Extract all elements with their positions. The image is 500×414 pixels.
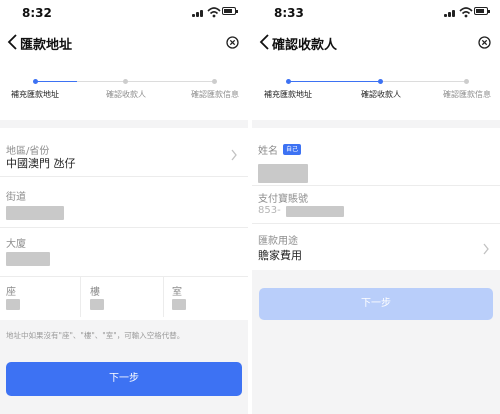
step-track-done [35,81,77,82]
step-track-pending [380,81,466,82]
status-icons [192,7,238,18]
phone-screen-address: 8:32 匯款地址 補充匯款地址 確認收款人 確認匯款信息 地區/省份 中國澳門… [0,0,248,414]
step-label-2: 確認收款人 [106,90,146,99]
address-hint: 地址中如果沒有"座"、"樓"、"室"，可輸入空格代替。 [6,331,185,340]
divider [0,227,248,228]
signal-icon [452,10,455,17]
chevron-right-icon [483,243,489,255]
building-label: 大廈 [6,239,26,250]
room-input[interactable] [172,299,186,310]
floor-input[interactable] [90,299,104,310]
progress-stepper: 補充匯款地址 確認收款人 確認匯款信息 [252,60,500,120]
step-label-1: 補充匯款地址 [11,90,59,99]
step-dot-3 [212,79,217,84]
status-bar: 8:32 [0,0,248,24]
building-input[interactable] [6,252,50,266]
street-input[interactable] [6,206,64,220]
phone-screen-recipient: 8:33 確認收款人 補充匯款地址 確認收款人 確認匯款信息 姓名 支付寶賬號 … [252,0,500,414]
nav-bar: 確認收款人 [252,24,500,60]
next-button[interactable]: 下一步 [259,288,493,320]
signal-icon [444,14,447,17]
step-dot-1 [286,79,291,84]
step-dot-2 [378,79,383,84]
close-icon[interactable] [478,36,491,49]
purpose-row[interactable]: 匯款用途 贍家費用 [252,224,500,270]
step-label-2: 確認收款人 [361,90,401,99]
step-label-3: 確認匯款信息 [191,90,239,99]
wifi-icon [207,7,221,18]
step-dot-1 [33,79,38,84]
step-track-done [288,81,380,82]
step-track-pending [77,81,213,82]
account-value [286,206,344,217]
divider [0,176,248,177]
step-label-3: 確認匯款信息 [443,90,491,99]
progress-stepper: 補充匯款地址 確認收款人 確認匯款信息 [0,60,248,120]
page-title: 匯款地址 [20,38,73,53]
region-row[interactable]: 地區/省份 中國澳門 氹仔 [0,128,248,176]
divider [80,277,81,317]
block-label: 座 [6,287,16,298]
region-value: 中國澳門 氹仔 [6,157,76,170]
signal-icon [448,12,451,17]
name-label: 姓名 [258,146,278,157]
purpose-label: 匯款用途 [258,236,298,247]
room-label: 室 [172,287,182,298]
signal-icon [192,14,195,17]
divider [252,185,500,186]
status-icons [444,7,490,18]
address-form: 地區/省份 中國澳門 氹仔 街道 大廈 座 樓 室 [0,128,248,320]
battery-icon [222,7,238,15]
close-icon[interactable] [226,36,239,49]
page-title: 確認收款人 [272,38,338,53]
block-input[interactable] [6,299,20,310]
divider [163,277,164,317]
account-prefix: 853- [258,205,281,216]
step-label-1: 補充匯款地址 [264,90,312,99]
signal-icon [200,10,203,17]
step-dot-2 [123,79,128,84]
floor-label: 樓 [90,287,100,298]
next-button[interactable]: 下一步 [6,362,242,396]
nav-bar: 匯款地址 [0,24,248,60]
battery-icon [474,7,490,15]
chevron-right-icon [231,149,237,161]
purpose-value: 贍家費用 [258,249,302,262]
step-dot-3 [464,79,469,84]
street-label: 街道 [6,192,26,203]
unit-row: 座 樓 室 [0,277,248,320]
status-time: 8:33 [274,6,304,20]
name-value [258,164,308,183]
back-icon[interactable] [257,33,273,51]
wifi-icon [459,7,473,18]
self-tag: 自己 [283,144,302,155]
account-label: 支付寶賬號 [258,194,308,205]
status-bar: 8:33 [252,0,500,24]
status-time: 8:32 [22,6,52,20]
back-icon[interactable] [5,33,21,51]
signal-icon [196,12,199,17]
